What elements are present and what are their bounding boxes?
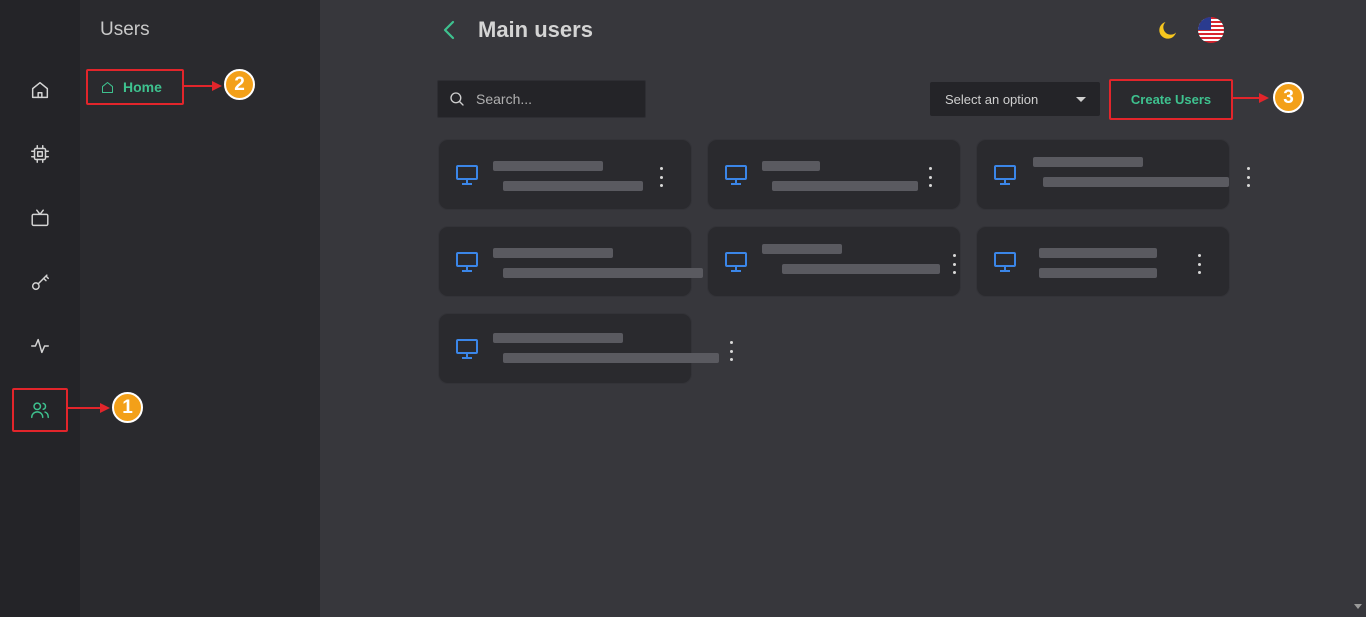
more-options-icon[interactable]	[653, 167, 669, 187]
callout-arrow	[68, 407, 102, 409]
tv-icon	[31, 209, 49, 227]
blurred-user-detail	[503, 268, 703, 278]
blurred-user-name	[493, 333, 623, 343]
blurred-user-detail	[503, 353, 719, 363]
chevron-left-icon	[443, 20, 455, 40]
activity-icon	[31, 338, 49, 354]
user-card[interactable]	[976, 139, 1250, 210]
search-box	[437, 80, 646, 118]
callout-arrow	[1233, 97, 1261, 99]
blurred-user-name	[493, 161, 603, 171]
user-card[interactable]	[438, 313, 733, 384]
blurred-user-name	[762, 244, 842, 254]
blurred-user-name	[1039, 248, 1157, 258]
blurred-user-detail	[1039, 268, 1157, 278]
back-button[interactable]	[438, 18, 460, 42]
rail-users-button[interactable]	[14, 390, 66, 430]
theme-toggle-button[interactable]	[1156, 18, 1180, 42]
rail-activity-button[interactable]	[14, 326, 66, 366]
monitor-icon	[455, 164, 479, 186]
blurred-user-detail	[1043, 177, 1229, 187]
search-input[interactable]	[476, 91, 626, 107]
page-title: Main users	[478, 17, 593, 42]
chip-icon	[31, 145, 49, 163]
blurred-user-detail	[503, 181, 643, 191]
monitor-icon	[455, 338, 479, 360]
rail-home-button[interactable]	[14, 70, 66, 110]
callout-arrow	[184, 85, 214, 87]
arrow-right-icon	[1259, 93, 1269, 103]
monitor-icon	[993, 164, 1017, 186]
filter-select[interactable]: Select an option	[930, 82, 1100, 116]
subnav-item-home-label: Home	[123, 79, 162, 95]
step-badge-3: 3	[1273, 82, 1304, 113]
home-icon	[102, 81, 113, 93]
more-options-icon[interactable]	[946, 254, 962, 274]
icon-rail	[0, 0, 80, 617]
us-flag-icon	[1198, 17, 1211, 30]
monitor-icon	[724, 164, 748, 186]
subnav-item-home[interactable]: Home	[88, 71, 182, 103]
rail-key-button[interactable]	[14, 262, 66, 302]
subnav-title: Users	[100, 19, 150, 40]
monitor-icon	[993, 251, 1017, 273]
user-card[interactable]	[976, 226, 1230, 297]
user-card[interactable]	[438, 226, 717, 297]
moon-icon	[1159, 22, 1176, 39]
filter-select-value: Select an option	[945, 91, 1039, 107]
step-badge-2: 2	[224, 69, 255, 100]
more-options-icon[interactable]	[922, 167, 938, 187]
monitor-icon	[724, 251, 748, 273]
step-badge-1: 1	[112, 392, 143, 423]
caret-down-icon	[1076, 96, 1086, 102]
blurred-user-detail	[782, 264, 940, 274]
arrow-right-icon	[212, 81, 222, 91]
key-icon	[31, 274, 49, 291]
more-options-icon[interactable]	[1191, 254, 1207, 274]
blurred-user-name	[493, 248, 613, 258]
more-options-icon[interactable]	[723, 341, 739, 361]
blurred-user-name	[762, 161, 820, 171]
blurred-user-detail	[772, 181, 918, 191]
language-flag-button[interactable]	[1198, 17, 1224, 43]
rail-chip-button[interactable]	[14, 134, 66, 174]
user-card[interactable]	[707, 226, 961, 297]
scroll-down-arrow-icon[interactable]	[1354, 604, 1362, 609]
rail-tv-button[interactable]	[14, 198, 66, 238]
user-card[interactable]	[707, 139, 961, 210]
users-icon	[31, 402, 49, 419]
blurred-user-name	[1033, 157, 1143, 167]
home-icon	[31, 81, 49, 99]
arrow-right-icon	[100, 403, 110, 413]
monitor-icon	[455, 251, 479, 273]
user-card[interactable]	[438, 139, 692, 210]
more-options-icon[interactable]	[1240, 167, 1256, 187]
create-users-button[interactable]: Create Users	[1111, 80, 1231, 118]
search-icon	[450, 92, 464, 106]
